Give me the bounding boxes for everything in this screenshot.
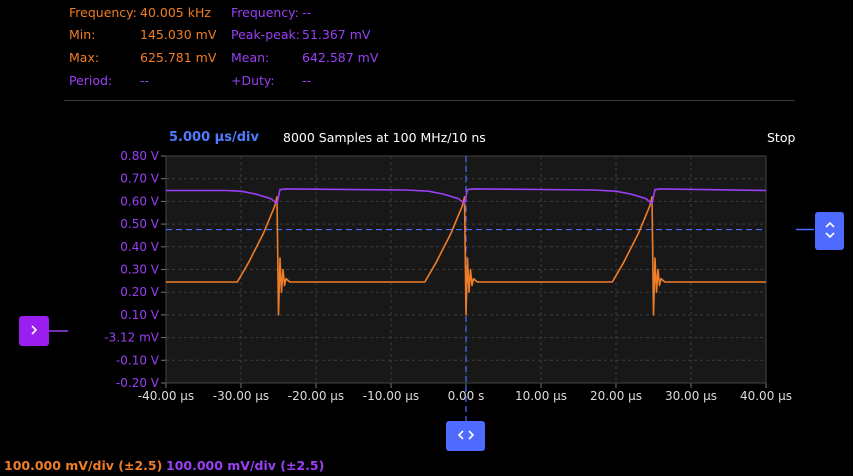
ch1-scale-label[interactable]: 100.000 mV/div (±2.5) [4, 458, 162, 473]
x-tick-label: -20.00 µs [288, 389, 344, 403]
y-tick-label: 0.50 V [120, 217, 160, 231]
x-tick-label: 20.00 µs [590, 389, 642, 403]
scope-display[interactable]: -40.00 µs -30.00 µs -20.00 µs -10.00 µs 0.00… [0, 0, 853, 476]
chevron-up-down-icon [824, 220, 836, 243]
x-tick-label: 30.00 µs [665, 389, 717, 403]
x-tick-label: 10.00 µs [515, 389, 567, 403]
y-tick-label: 0.70 V [120, 172, 160, 186]
channel-offset-button[interactable] [19, 316, 49, 346]
trigger-position-button[interactable] [446, 421, 485, 451]
x-tick-label: -40.00 µs [138, 389, 194, 403]
x-tick-label: -30.00 µs [213, 389, 269, 403]
chevron-left-right-icon [456, 428, 476, 445]
ch2-scale-label[interactable]: 100.000 mV/div (±2.5) [166, 458, 324, 473]
y-tick-label: 0.10 V [120, 308, 160, 322]
y-tick-label: -0.10 V [116, 353, 160, 367]
y-tick-label: -3.12 mV [104, 331, 160, 345]
chevron-right-icon [28, 323, 40, 340]
x-tick-label: -10.00 µs [363, 389, 419, 403]
trigger-level-button[interactable] [815, 212, 844, 250]
y-tick-label: 0.20 V [120, 285, 160, 299]
x-tick-label: 40.00 µs [740, 389, 792, 403]
y-tick-label: 0.80 V [120, 149, 160, 163]
y-tick-label: 0.60 V [120, 194, 160, 208]
y-tick-label: 0.40 V [120, 240, 160, 254]
y-tick-label: 0.30 V [120, 263, 160, 277]
y-tick-label: -0.20 V [116, 376, 160, 390]
